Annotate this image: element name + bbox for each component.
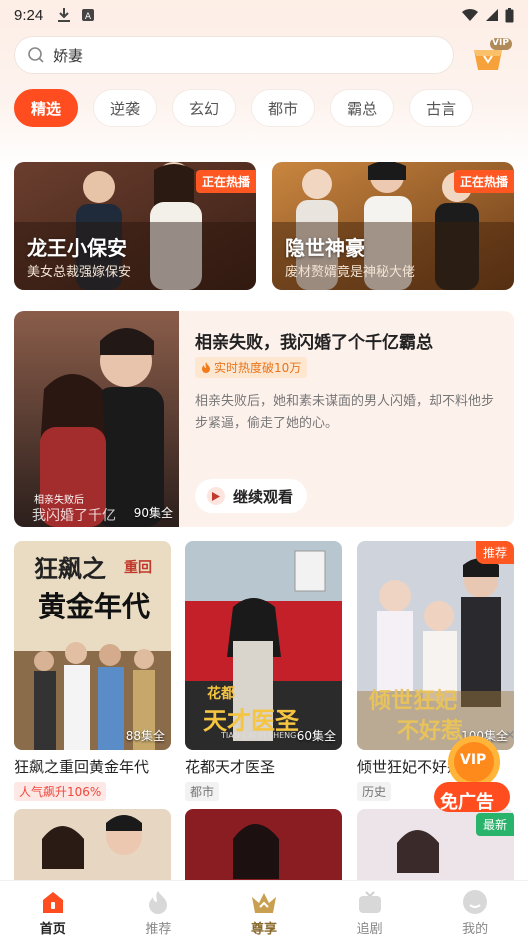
drama-tag: 历史: [357, 782, 392, 801]
episode-count: 60集全: [296, 729, 336, 743]
ad-free-label: 免广告: [440, 792, 494, 813]
episode-count: 90集全: [133, 506, 173, 520]
drama-tag: 人气飙升106%: [14, 782, 107, 801]
drama-card-1[interactable]: 狂飙之 重回 黄金年代 88集全 狂飙之重回黄金年代 人气飙升106%: [14, 541, 171, 801]
drama-card-2[interactable]: 花都 天才医圣 TIAN CAI YI SHENG 60集全 花都天才医圣 都市: [185, 541, 342, 801]
continue-watching-card[interactable]: 相亲失败后 我闪婚了千亿 90集全 相亲失败，我闪婚了个千亿霸总 实时热度破10…: [14, 311, 514, 527]
episode-count: 88集全: [125, 729, 165, 743]
heat-badge: 实时热度破10万: [195, 357, 308, 378]
continue-watching-button[interactable]: 继续观看: [195, 479, 308, 513]
cover-title-1: 花都: [207, 686, 235, 702]
drama-title: 花都天才医圣: [185, 758, 276, 776]
drama-cover-art: [14, 809, 171, 889]
feature-poster: 相亲失败后 我闪婚了千亿 90集全: [14, 311, 179, 527]
bottom-nav: 首页 推荐 尊享 追剧 我的: [0, 880, 528, 940]
recommend-badge: 推荐: [475, 541, 514, 564]
vip-label: VIP: [492, 38, 509, 48]
tab-ceo[interactable]: 霸总: [330, 89, 395, 127]
cover-title-1: 狂飙之: [34, 555, 106, 583]
heat-text: 实时热度破10万: [214, 361, 302, 375]
flame-icon: [149, 891, 168, 914]
drama-cover: 狂飙之 重回 黄金年代 88集全: [14, 541, 171, 750]
svg-text:A: A: [85, 12, 92, 22]
app-notification-icon: A: [82, 9, 95, 22]
ad-free-button[interactable]: VIP 免广告: [430, 732, 514, 818]
feature-description: 相亲失败后，她和素未谋面的男人闪婚，却不料他步步紧逼，偷走了她的心。: [195, 394, 495, 431]
category-tabs: 精选 逆袭 玄幻 都市 霸总 古言: [14, 89, 474, 127]
home-icon: [42, 892, 63, 913]
poster-caption-1: 相亲失败后: [34, 495, 84, 506]
nav-profile[interactable]: 我的: [422, 881, 528, 940]
feature-title: 相亲失败，我闪婚了个千亿霸总: [195, 333, 433, 353]
nav-following-label: 追剧: [356, 922, 383, 937]
drama-cover-art: [185, 809, 342, 889]
drama-cover: 倾世狂妃 不好惹 推荐 100集全: [357, 541, 514, 750]
drama-card-4[interactable]: [14, 809, 171, 889]
nav-recommend[interactable]: 推荐: [106, 881, 212, 940]
nav-profile-label: 我的: [462, 922, 489, 937]
tab-period[interactable]: 古言: [409, 89, 474, 127]
flame-icon: [202, 361, 210, 373]
hot-card-title: 隐世神豪: [285, 236, 365, 260]
continue-label: 继续观看: [233, 487, 294, 506]
tv-icon: [358, 891, 381, 913]
battery-icon: [505, 7, 514, 22]
profile-icon: [463, 890, 488, 914]
status-time: 9:24: [14, 6, 44, 24]
cover-title-1: 倾世狂妃: [369, 689, 458, 714]
nav-following[interactable]: 追剧: [317, 881, 423, 940]
tab-featured[interactable]: 精选: [14, 89, 79, 127]
nav-premium[interactable]: 尊享: [211, 881, 317, 940]
hot-card-1[interactable]: 正在热播 龙王小保安 美女总裁强嫁保安: [14, 162, 256, 290]
search-icon: [28, 47, 44, 63]
hot-card-2[interactable]: 正在热播 隐世神豪 废材赘婿竟是神秘大佬: [272, 162, 514, 290]
drama-title: 狂飙之重回黄金年代: [14, 758, 150, 776]
nav-recommend-label: 推荐: [145, 922, 172, 937]
crown-icon: [251, 893, 276, 913]
search-input[interactable]: 娇妻: [14, 36, 454, 74]
cover-title-2: 重回: [124, 560, 152, 576]
play-icon: [207, 487, 225, 505]
wifi-icon: [462, 8, 478, 21]
tab-urban[interactable]: 都市: [251, 89, 316, 127]
tab-comeback[interactable]: 逆袭: [93, 89, 158, 127]
drama-card-5[interactable]: [185, 809, 342, 889]
poster-caption-2: 我闪婚了千亿: [32, 508, 116, 524]
download-icon: [58, 8, 71, 22]
signal-icon: [486, 9, 498, 21]
search-row: 娇妻 VIP: [14, 35, 514, 75]
status-bar: 9:24 A: [0, 0, 528, 30]
vip-button[interactable]: VIP: [470, 36, 514, 74]
nav-premium-label: 尊享: [250, 922, 277, 937]
tab-fantasy[interactable]: 玄幻: [172, 89, 237, 127]
hot-card-subtitle: 废材赘婿竟是神秘大佬: [285, 265, 416, 280]
now-playing-badge: 正在热播: [453, 170, 514, 193]
nav-home[interactable]: 首页: [0, 881, 106, 940]
drama-cover: 花都 天才医圣 TIAN CAI YI SHENG 60集全: [185, 541, 342, 750]
close-icon[interactable]: ✕: [505, 728, 515, 742]
hot-card-subtitle: 美女总裁强嫁保安: [27, 265, 132, 280]
now-playing-badge: 正在热播: [195, 170, 256, 193]
search-query: 娇妻: [53, 46, 84, 65]
cover-title-3: 黄金年代: [38, 590, 151, 623]
drama-card-6[interactable]: 最新: [357, 809, 514, 889]
nav-home-label: 首页: [39, 922, 66, 937]
ad-vip-badge: VIP: [460, 752, 487, 768]
hot-card-title: 龙王小保安: [27, 236, 127, 260]
cover-title-3: TIAN CAI YI SHENG: [221, 731, 297, 740]
drama-tag: 都市: [185, 782, 220, 801]
